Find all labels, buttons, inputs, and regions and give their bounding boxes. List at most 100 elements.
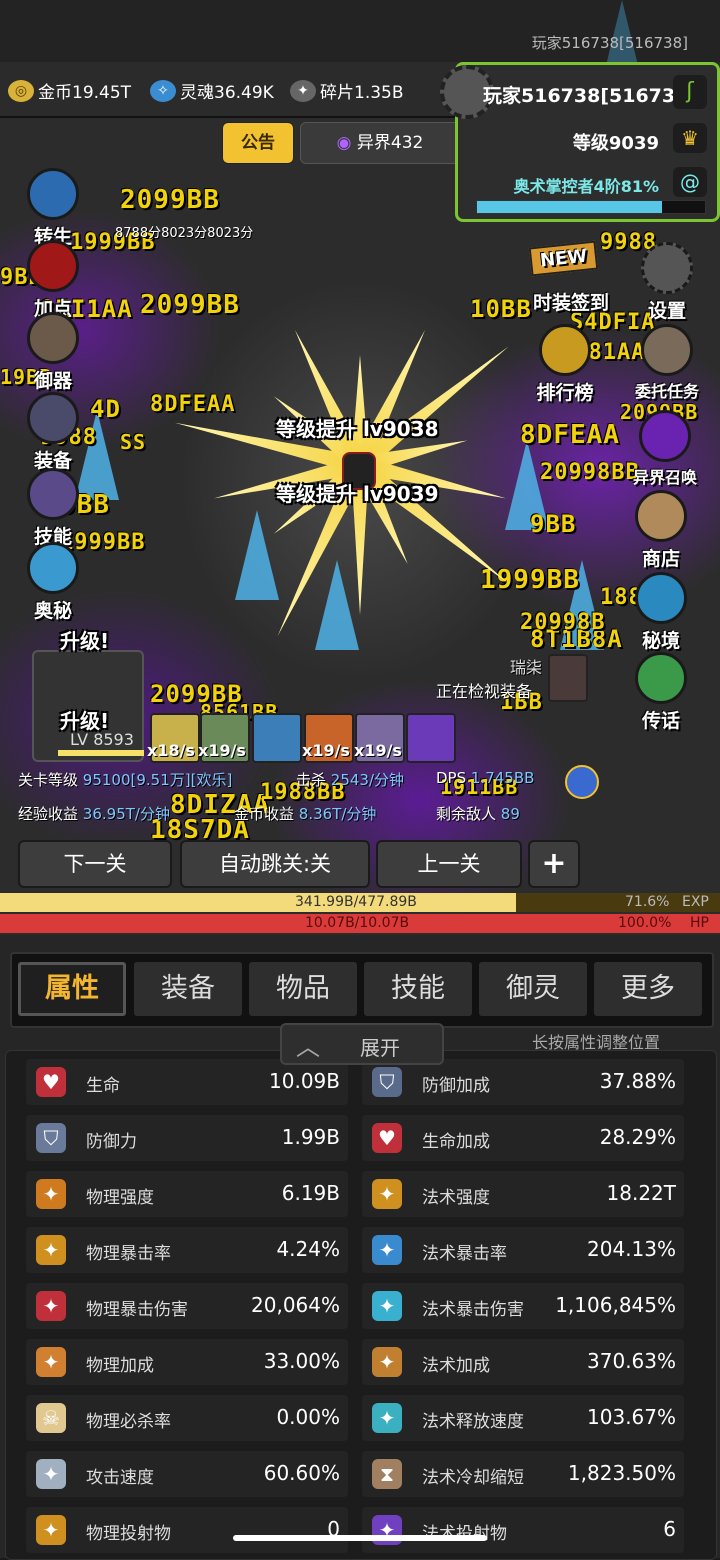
gear-icon [641, 242, 693, 294]
prev-stage-button[interactable]: 上一关 [376, 840, 522, 888]
tab-spirits[interactable]: 御灵 [479, 962, 587, 1016]
plus-button[interactable]: + [528, 840, 580, 888]
menu-secret-realm[interactable]: 秘境 [626, 572, 696, 653]
magic-power-icon: ✦ [372, 1179, 402, 1209]
shop-label: 商店 [641, 548, 680, 570]
physical-crit-dmg-icon: ✦ [36, 1291, 66, 1321]
attribute-label: 防御加成 [422, 1076, 490, 1096]
upgrade-text-1: 升级! [60, 629, 110, 653]
attribute-row[interactable]: ✦ 法术释放速度 103.67% [362, 1395, 684, 1441]
menu-otherworld-summon[interactable]: 异界召唤 [620, 410, 710, 488]
attribute-list: ♥ 生命 10.09B ⛉ 防御加成 37.88% ⛉ 防御力 1.99B ♥ 生命加成 28.29%… [5, 1050, 717, 1560]
attribute-row[interactable]: ⛉ 防御力 1.99B [26, 1115, 348, 1161]
gold-resource: ◎ 金币19.45T [8, 78, 131, 103]
attribute-label: 攻击速度 [86, 1468, 154, 1488]
vortex-icon [27, 542, 79, 594]
menu-settings[interactable]: 设置 [632, 242, 702, 323]
attribute-value: 6.19B [281, 1181, 340, 1205]
attribute-row[interactable]: ☠ 物理必杀率 0.00% [26, 1395, 348, 1441]
exp-bar-fill [0, 893, 516, 912]
menu-control[interactable]: 御器 [18, 312, 88, 393]
menu-fashion-signin[interactable]: NEW 时装签到 [516, 240, 626, 315]
attribute-row[interactable]: ⧗ 法术冷却缩短 1,823.50% [362, 1451, 684, 1497]
menu-skills[interactable]: 技能 [18, 468, 88, 549]
menu-shop[interactable]: 商店 [626, 490, 696, 571]
otherworld-button[interactable]: ◉ 异界432 [300, 122, 460, 164]
ice-crystal [315, 560, 359, 650]
planet-icon[interactable] [565, 765, 599, 799]
tab-skills[interactable]: 技能 [364, 962, 472, 1016]
attribute-row[interactable]: ✦ 法术加成 370.63% [362, 1339, 684, 1385]
attribute-label: 法术释放速度 [422, 1412, 524, 1432]
skill-slot-3[interactable] [252, 713, 302, 763]
attribute-label: 法术加成 [422, 1356, 490, 1376]
attribute-label: 防御力 [86, 1132, 137, 1152]
menu-leaderboard[interactable]: 排行榜 [530, 324, 600, 405]
tab-attributes[interactable]: 属性 [18, 962, 126, 1016]
sword-icon [27, 312, 79, 364]
skill-slot-6[interactable] [406, 713, 456, 763]
notice-button[interactable]: 公告 [222, 122, 294, 164]
enemies-left-label: 剩余敌人 [436, 805, 497, 823]
physical-bonus-icon: ✦ [36, 1347, 66, 1377]
expand-button[interactable]: ︿ 展开 [280, 1023, 444, 1065]
player-panel[interactable]: 玩家516738[516738] ʃ 等级9039 ♛ 奥术掌控者4阶81% @ [440, 62, 720, 222]
attribute-label: 物理加成 [86, 1356, 154, 1376]
hp-label: HP [690, 915, 709, 931]
attribute-value: 18.22T [606, 1181, 676, 1205]
gold-income: 金币收益 8.36T/分钟 [234, 803, 376, 824]
attribute-label: 物理必杀率 [86, 1412, 171, 1432]
timer-text: 8788分8023分8023分 [115, 226, 254, 241]
otherworld-summon-label: 异界召唤 [632, 468, 697, 487]
dps-label: DPS [436, 769, 467, 787]
attribute-value: 33.00% [263, 1349, 340, 1373]
teleport-label: 传话 [641, 710, 680, 732]
physical-crit-icon: ✦ [36, 1235, 66, 1265]
arcane-label: 奥秘 [33, 600, 72, 622]
menu-equipment[interactable]: 装备 [18, 392, 88, 473]
attribute-value: 103.67% [587, 1405, 676, 1429]
attribute-row[interactable]: ♥ 生命 10.09B [26, 1059, 348, 1105]
auto-skip-toggle[interactable]: 自动跳关:关 [180, 840, 370, 888]
attribute-row[interactable]: ✦ 物理加成 33.00% [26, 1339, 348, 1385]
menu-arcane[interactable]: 奥秘 [18, 542, 88, 623]
resource-bar: ◎ 金币19.45T ✧ 灵魂36.49K ✦ 碎片1.35B [0, 62, 470, 118]
tab-more[interactable]: 更多 [594, 962, 702, 1016]
attribute-row[interactable]: ✦ 攻击速度 60.60% [26, 1451, 348, 1497]
hp-bar-text: 10.07B/10.07B [305, 915, 410, 931]
leaf-icon[interactable]: ʃ [673, 75, 707, 109]
menu-rebirth[interactable]: 转生 [18, 168, 88, 249]
tab-items[interactable]: 物品 [249, 962, 357, 1016]
damage-number: 4D [90, 395, 121, 423]
gold-income-label: 金币收益 [234, 805, 295, 823]
attribute-row[interactable]: ✦ 物理暴击率 4.24% [26, 1227, 348, 1273]
menu-add-points[interactable]: 加点 [18, 240, 88, 321]
attribute-row[interactable]: ⛉ 防御加成 37.88% [362, 1059, 684, 1105]
next-stage-button[interactable]: 下一关 [18, 840, 172, 888]
damage-number: 8DFEAA [150, 392, 236, 417]
attribute-row[interactable]: ✦ 法术暴击率 204.13% [362, 1227, 684, 1273]
damage-number: 2099BB [140, 290, 240, 320]
home-indicator[interactable] [233, 1535, 487, 1541]
gold-coin-icon: ◎ [8, 79, 34, 102]
attribute-row[interactable]: ✦ 物理投射物 0 [26, 1507, 348, 1553]
damage-number: 8DFEAA [520, 420, 620, 450]
trophy-icon [539, 324, 591, 376]
menu-commission[interactable]: 委托任务 [622, 324, 712, 402]
attribute-row[interactable]: ✦ 法术投射物 6 [362, 1507, 684, 1553]
expand-label: 展开 [360, 1036, 400, 1060]
attribute-value: 28.29% [599, 1125, 676, 1149]
attribute-row[interactable]: ✦ 法术强度 18.22T [362, 1171, 684, 1217]
attribute-row[interactable]: ✦ 法术暴击伤害 1,106,845% [362, 1283, 684, 1329]
attribute-label: 法术暴击率 [422, 1244, 507, 1264]
exp-label: EXP [682, 894, 709, 910]
attribute-row[interactable]: ♥ 生命加成 28.29% [362, 1115, 684, 1161]
tab-equipment[interactable]: 装备 [134, 962, 242, 1016]
attribute-row[interactable]: ✦ 物理强度 6.19B [26, 1171, 348, 1217]
shard-icon: ✦ [290, 79, 316, 102]
attribute-row[interactable]: ✦ 物理暴击伤害 20,064% [26, 1283, 348, 1329]
blood-drop-icon [27, 240, 79, 292]
attribute-value: 6 [663, 1517, 676, 1541]
attribute-value: 1.99B [281, 1125, 340, 1149]
menu-teleport[interactable]: 传话 [626, 652, 696, 733]
